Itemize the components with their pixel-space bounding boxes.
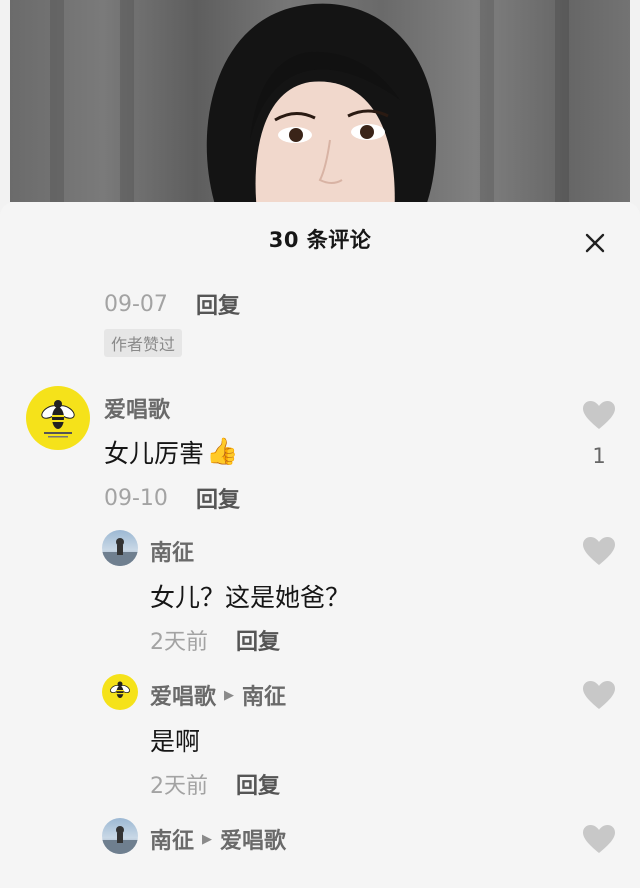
person-image: [180, 0, 450, 202]
like-button[interactable]: 1: [579, 400, 619, 468]
reply-username[interactable]: 南征: [150, 823, 194, 855]
reply-text: 是啊: [150, 727, 201, 756]
comment-date: 09-10: [104, 485, 168, 511]
heart-icon: [583, 401, 615, 429]
reply-meta: 2天前 回复: [150, 768, 280, 800]
bee-logo-icon: [41, 400, 75, 438]
thumbs-up-emoji-icon: 👍: [206, 437, 239, 467]
reply-date: 2天前: [150, 774, 208, 799]
bee-logo-icon: [110, 681, 130, 698]
reply-username-row: 南征 ▶ 爱唱歌: [150, 823, 286, 855]
reply-meta: 2天前 回复: [150, 624, 280, 656]
comment-text: 女儿厉害: [104, 439, 205, 468]
comment-meta: 09-10 回复: [104, 482, 240, 514]
avatar[interactable]: [26, 386, 90, 450]
comment-text-row: 女儿厉害 👍: [104, 434, 238, 470]
comment-count-title: 30 条评论: [268, 228, 372, 252]
triangle-right-icon: ▶: [224, 687, 235, 703]
reply-username-row: 爱唱歌 ▶ 南征: [150, 679, 286, 711]
comment-date: 09-07: [104, 291, 168, 317]
reply-to-username[interactable]: 爱唱歌: [220, 823, 286, 855]
triangle-right-icon: ▶: [202, 831, 213, 847]
comment-sheet: 30 条评论 09-07 回复 作者赞过 爱唱歌 女儿厉害 👍 09-10 回复…: [0, 202, 640, 888]
comment-sheet-header: 30 条评论: [0, 202, 640, 278]
heart-icon: [583, 825, 615, 853]
comment-username[interactable]: 爱唱歌: [104, 392, 170, 424]
author-liked-badge: 作者赞过: [104, 329, 183, 357]
reply-button[interactable]: 回复: [196, 482, 240, 514]
reply-to-username[interactable]: 南征: [242, 679, 286, 711]
video-preview[interactable]: [10, 0, 630, 202]
comment-meta: 09-07 回复: [104, 288, 240, 320]
like-button[interactable]: [579, 824, 619, 854]
avatar[interactable]: [102, 674, 138, 710]
reply-username[interactable]: 爱唱歌: [150, 679, 216, 711]
avatar[interactable]: [102, 530, 138, 566]
like-count: 1: [592, 444, 606, 468]
reply-date: 2天前: [150, 630, 208, 655]
close-button[interactable]: [580, 228, 610, 258]
close-icon: [585, 233, 605, 253]
reply-button[interactable]: 回复: [236, 624, 280, 656]
like-button[interactable]: [579, 536, 619, 566]
reply-text: 女儿？这是她爸？: [150, 583, 351, 612]
person-silhouette-icon: [102, 538, 138, 566]
avatar[interactable]: [102, 818, 138, 854]
heart-icon: [583, 681, 615, 709]
reply-username[interactable]: 南征: [150, 535, 194, 567]
reply-button[interactable]: 回复: [196, 288, 240, 320]
reply-button[interactable]: 回复: [236, 768, 280, 800]
like-button[interactable]: [579, 680, 619, 710]
heart-icon: [583, 537, 615, 565]
person-silhouette-icon: [102, 826, 138, 854]
